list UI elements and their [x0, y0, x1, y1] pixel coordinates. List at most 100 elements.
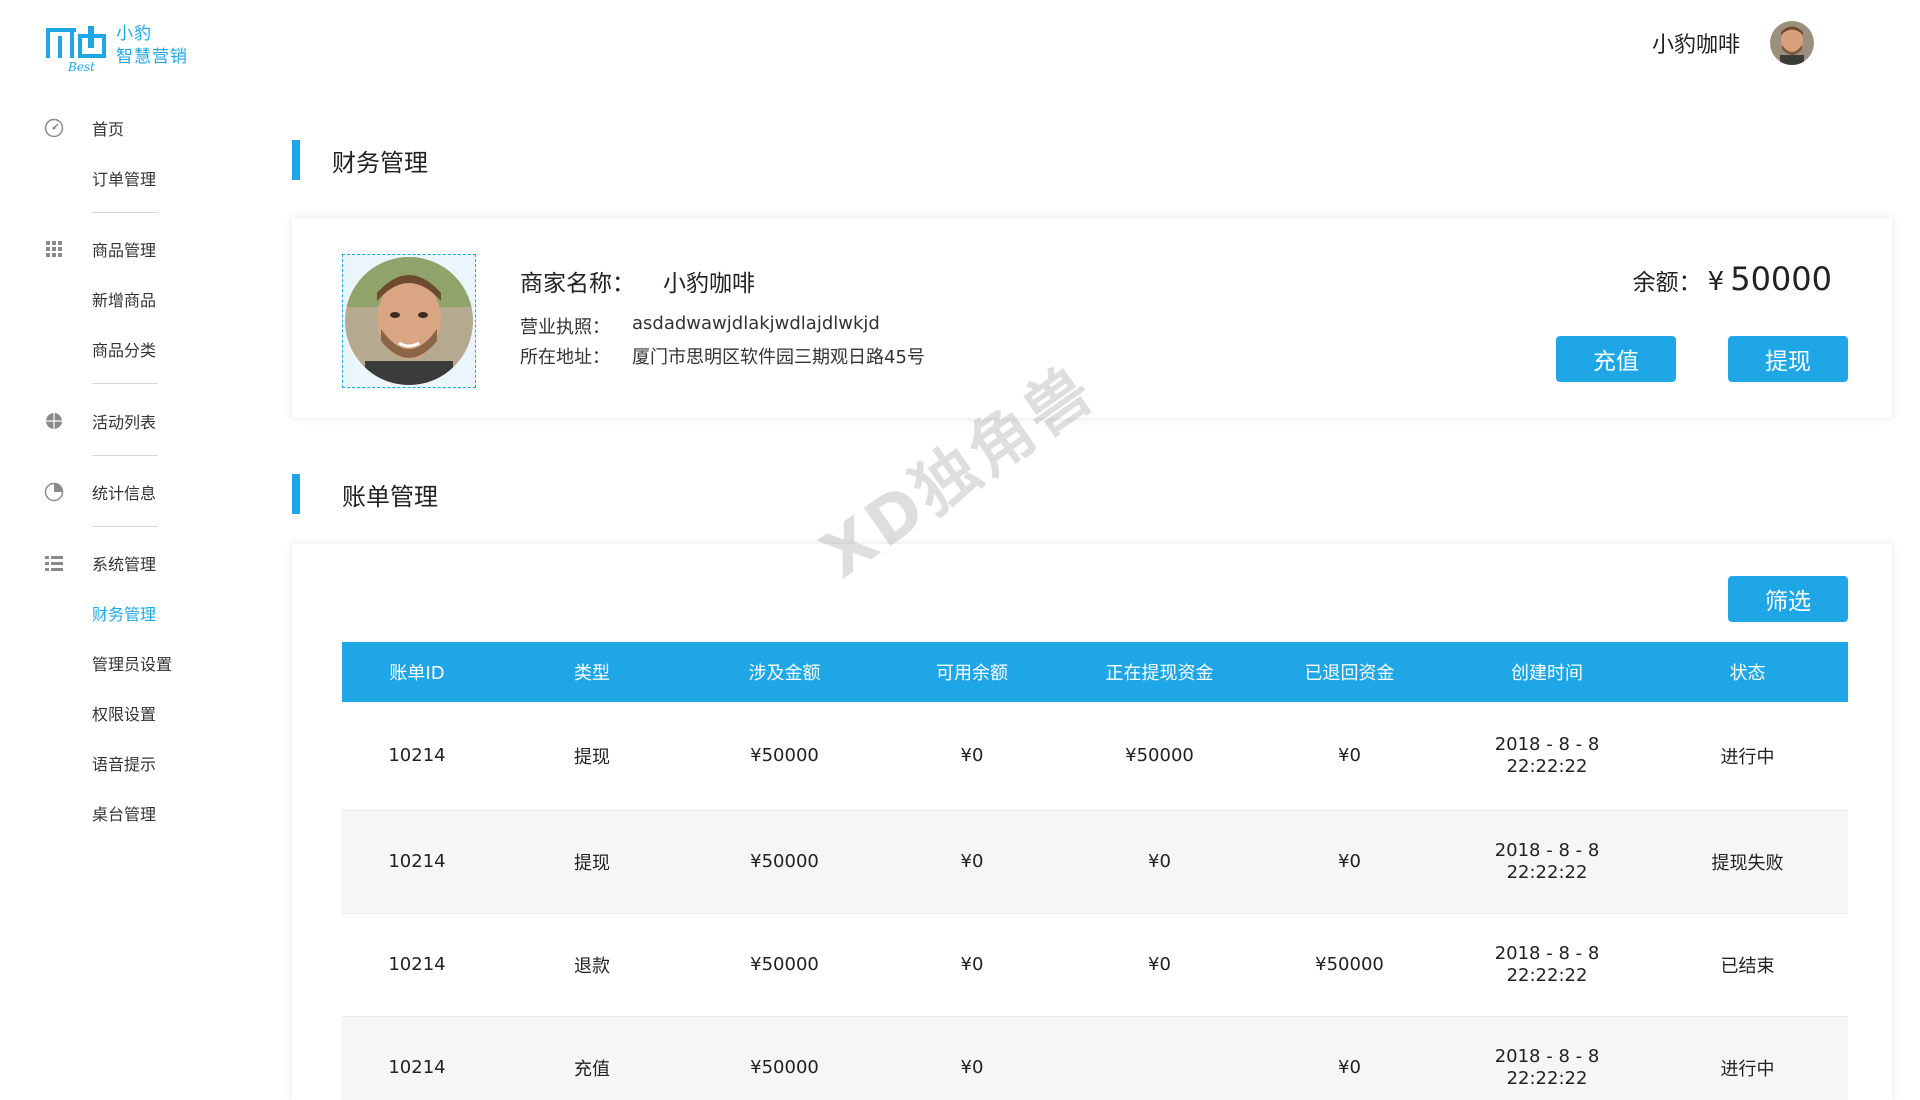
logo-mark-icon: Best	[46, 26, 106, 74]
sidebar-item-admin-settings[interactable]: 管理员设置	[0, 643, 240, 683]
sidebar-item-home[interactable]: 首页	[0, 108, 240, 148]
bill-time: 22:22:22	[1506, 964, 1588, 986]
page-title: 财务管理	[332, 148, 428, 177]
table-row[interactable]: 10214 提现 ¥50000 ¥0 ¥0 ¥0 2018 - 8 - 8 22:…	[342, 810, 1848, 913]
sidebar-item-label: 商品管理	[92, 241, 157, 260]
list-icon	[44, 553, 64, 573]
sidebar-item-label: 财务管理	[92, 605, 157, 624]
sidebar-item-label: 新增商品	[92, 291, 157, 310]
sidebar-divider	[92, 526, 158, 527]
bill-date: 2018 - 8 - 8	[1494, 1045, 1600, 1067]
user-name[interactable]: 小豹咖啡	[1652, 27, 1740, 59]
brand-line-1: 小豹	[116, 24, 152, 44]
sidebar-item-statistics[interactable]: 统计信息	[0, 472, 240, 512]
license-label: 营业执照：	[520, 317, 610, 338]
bill-withdrawing: ¥50000	[1125, 745, 1194, 767]
dashboard-icon	[44, 118, 64, 138]
recharge-button[interactable]: 充值	[1556, 336, 1676, 382]
bill-created-time: 2018 - 8 - 8 22:22:22	[1447, 810, 1647, 913]
sidebar-item-new-product[interactable]: 新增商品	[0, 279, 240, 319]
section-title: 账单管理	[342, 482, 438, 511]
currency-symbol: ¥	[1707, 267, 1725, 297]
user-avatar[interactable]	[1770, 21, 1814, 65]
brand-name: 小豹 智慧营销	[116, 23, 188, 69]
sidebar-item-voice-prompt[interactable]: 语音提示	[0, 743, 240, 783]
bill-returned: ¥0	[1338, 745, 1361, 767]
bill-id: 10214	[388, 954, 446, 975]
bills-section-header: 账单管理	[292, 474, 438, 514]
bill-created-time: 2018 - 8 - 8 22:22:22	[1447, 1016, 1647, 1100]
merchant-card: 商家名称： 小豹咖啡 营业执照： asdadwawjdlakjwdlajdlwk…	[292, 218, 1892, 418]
bills-card: 筛选 账单ID 类型 涉及金额 可用余额 正在提现资金 已退回资金 创建时间 状…	[292, 544, 1892, 1100]
column-header[interactable]: 涉及金额	[692, 642, 877, 702]
pie-chart-icon	[44, 482, 64, 502]
bill-amount: ¥50000	[750, 851, 819, 872]
column-header[interactable]: 已退回资金	[1252, 642, 1447, 702]
sidebar-item-label: 订单管理	[92, 170, 157, 189]
merchant-name-row: 商家名称： 小豹咖啡	[520, 264, 755, 298]
balance-value: 50000	[1730, 260, 1832, 298]
bill-created-time: 2018 - 8 - 8 22:22:22	[1447, 702, 1647, 810]
merchant-name: 小豹咖啡	[663, 271, 755, 297]
bill-returned: ¥50000	[1315, 954, 1384, 975]
bill-type: 提现	[574, 746, 610, 768]
sidebar-item-table-management[interactable]: 桌台管理	[0, 793, 240, 833]
address-value: 厦门市思明区软件园三期观日路45号	[632, 347, 925, 368]
bill-withdrawing	[1067, 1016, 1252, 1100]
brand-line-2: 智慧营销	[116, 47, 188, 67]
sidebar-item-label: 活动列表	[92, 413, 157, 432]
brand-logo[interactable]: Best 小豹 智慧营销	[44, 18, 200, 74]
sidebar-item-system[interactable]: 系统管理	[0, 543, 240, 583]
filter-button[interactable]: 筛选	[1728, 576, 1848, 622]
sidebar-item-permissions[interactable]: 权限设置	[0, 693, 240, 733]
sidebar-item-label: 商品分类	[92, 341, 157, 360]
sidebar-item-activities[interactable]: 活动列表	[0, 401, 240, 441]
sidebar-item-products[interactable]: 商品管理	[0, 229, 240, 269]
top-header: Best 小豹 智慧营销 小豹咖啡	[0, 0, 1920, 86]
bill-time: 22:22:22	[1506, 861, 1588, 883]
sidebar-item-categories[interactable]: 商品分类	[0, 329, 240, 369]
column-header[interactable]: 正在提现资金	[1067, 642, 1252, 702]
column-header[interactable]: 状态	[1647, 642, 1848, 702]
globe-icon	[44, 411, 64, 431]
license-value: asdadwawjdlakjwdlajdlwkjd	[632, 313, 880, 334]
sidebar-item-label: 首页	[92, 120, 125, 139]
column-header[interactable]: 创建时间	[1447, 642, 1647, 702]
bill-type: 充值	[574, 1058, 610, 1080]
merchant-photo[interactable]	[342, 254, 476, 388]
table-row[interactable]: 10214 充值 ¥50000 ¥0 ¥0 2018 - 8 - 8 22:22:…	[342, 1016, 1848, 1100]
sidebar-item-orders[interactable]: 订单管理	[0, 158, 240, 198]
address-label: 所在地址：	[520, 347, 610, 368]
section-accent-bar	[292, 140, 300, 180]
withdraw-button[interactable]: 提现	[1728, 336, 1848, 382]
section-accent-bar	[292, 474, 300, 514]
table-row[interactable]: 10214 提现 ¥50000 ¥0 ¥50000 ¥0 2018 - 8 - …	[342, 702, 1848, 810]
user-menu[interactable]: 小豹咖啡	[1652, 20, 1814, 66]
bill-available: ¥0	[960, 1057, 984, 1078]
bill-withdrawing: ¥0	[1148, 954, 1171, 975]
table-row[interactable]: 10214 退款 ¥50000 ¥0 ¥0 ¥50000 2018 - 8 - …	[342, 913, 1848, 1016]
merchant-name-label: 商家名称：	[520, 271, 635, 297]
bill-amount: ¥50000	[750, 745, 819, 767]
bill-returned: ¥0	[1338, 1057, 1361, 1078]
bill-type: 提现	[574, 852, 610, 874]
column-header[interactable]: 账单ID	[342, 642, 492, 702]
address-row: 所在地址： 厦门市思明区软件园三期观日路45号	[520, 343, 925, 369]
bill-available: ¥0	[960, 954, 984, 975]
bill-available: ¥0	[960, 851, 984, 872]
column-header[interactable]: 可用余额	[877, 642, 1067, 702]
status-badge: 已结束	[1720, 955, 1775, 977]
bill-available: ¥0	[960, 745, 984, 767]
sidebar-item-label: 统计信息	[92, 484, 157, 503]
table-header-row: 账单ID 类型 涉及金额 可用余额 正在提现资金 已退回资金 创建时间 状态	[342, 642, 1848, 702]
sidebar-item-label: 权限设置	[92, 705, 157, 724]
column-header[interactable]: 类型	[492, 642, 692, 702]
bill-id: 10214	[388, 1057, 446, 1078]
bill-date: 2018 - 8 - 8	[1494, 839, 1600, 861]
grid-icon	[44, 239, 64, 259]
bill-id: 10214	[388, 851, 446, 872]
sidebar-item-finance[interactable]: 财务管理	[0, 593, 240, 633]
balance-label: 余额：	[1632, 270, 1702, 296]
sidebar-item-label: 语音提示	[92, 755, 157, 774]
license-row: 营业执照： asdadwawjdlakjwdlajdlwkjd	[520, 313, 880, 339]
